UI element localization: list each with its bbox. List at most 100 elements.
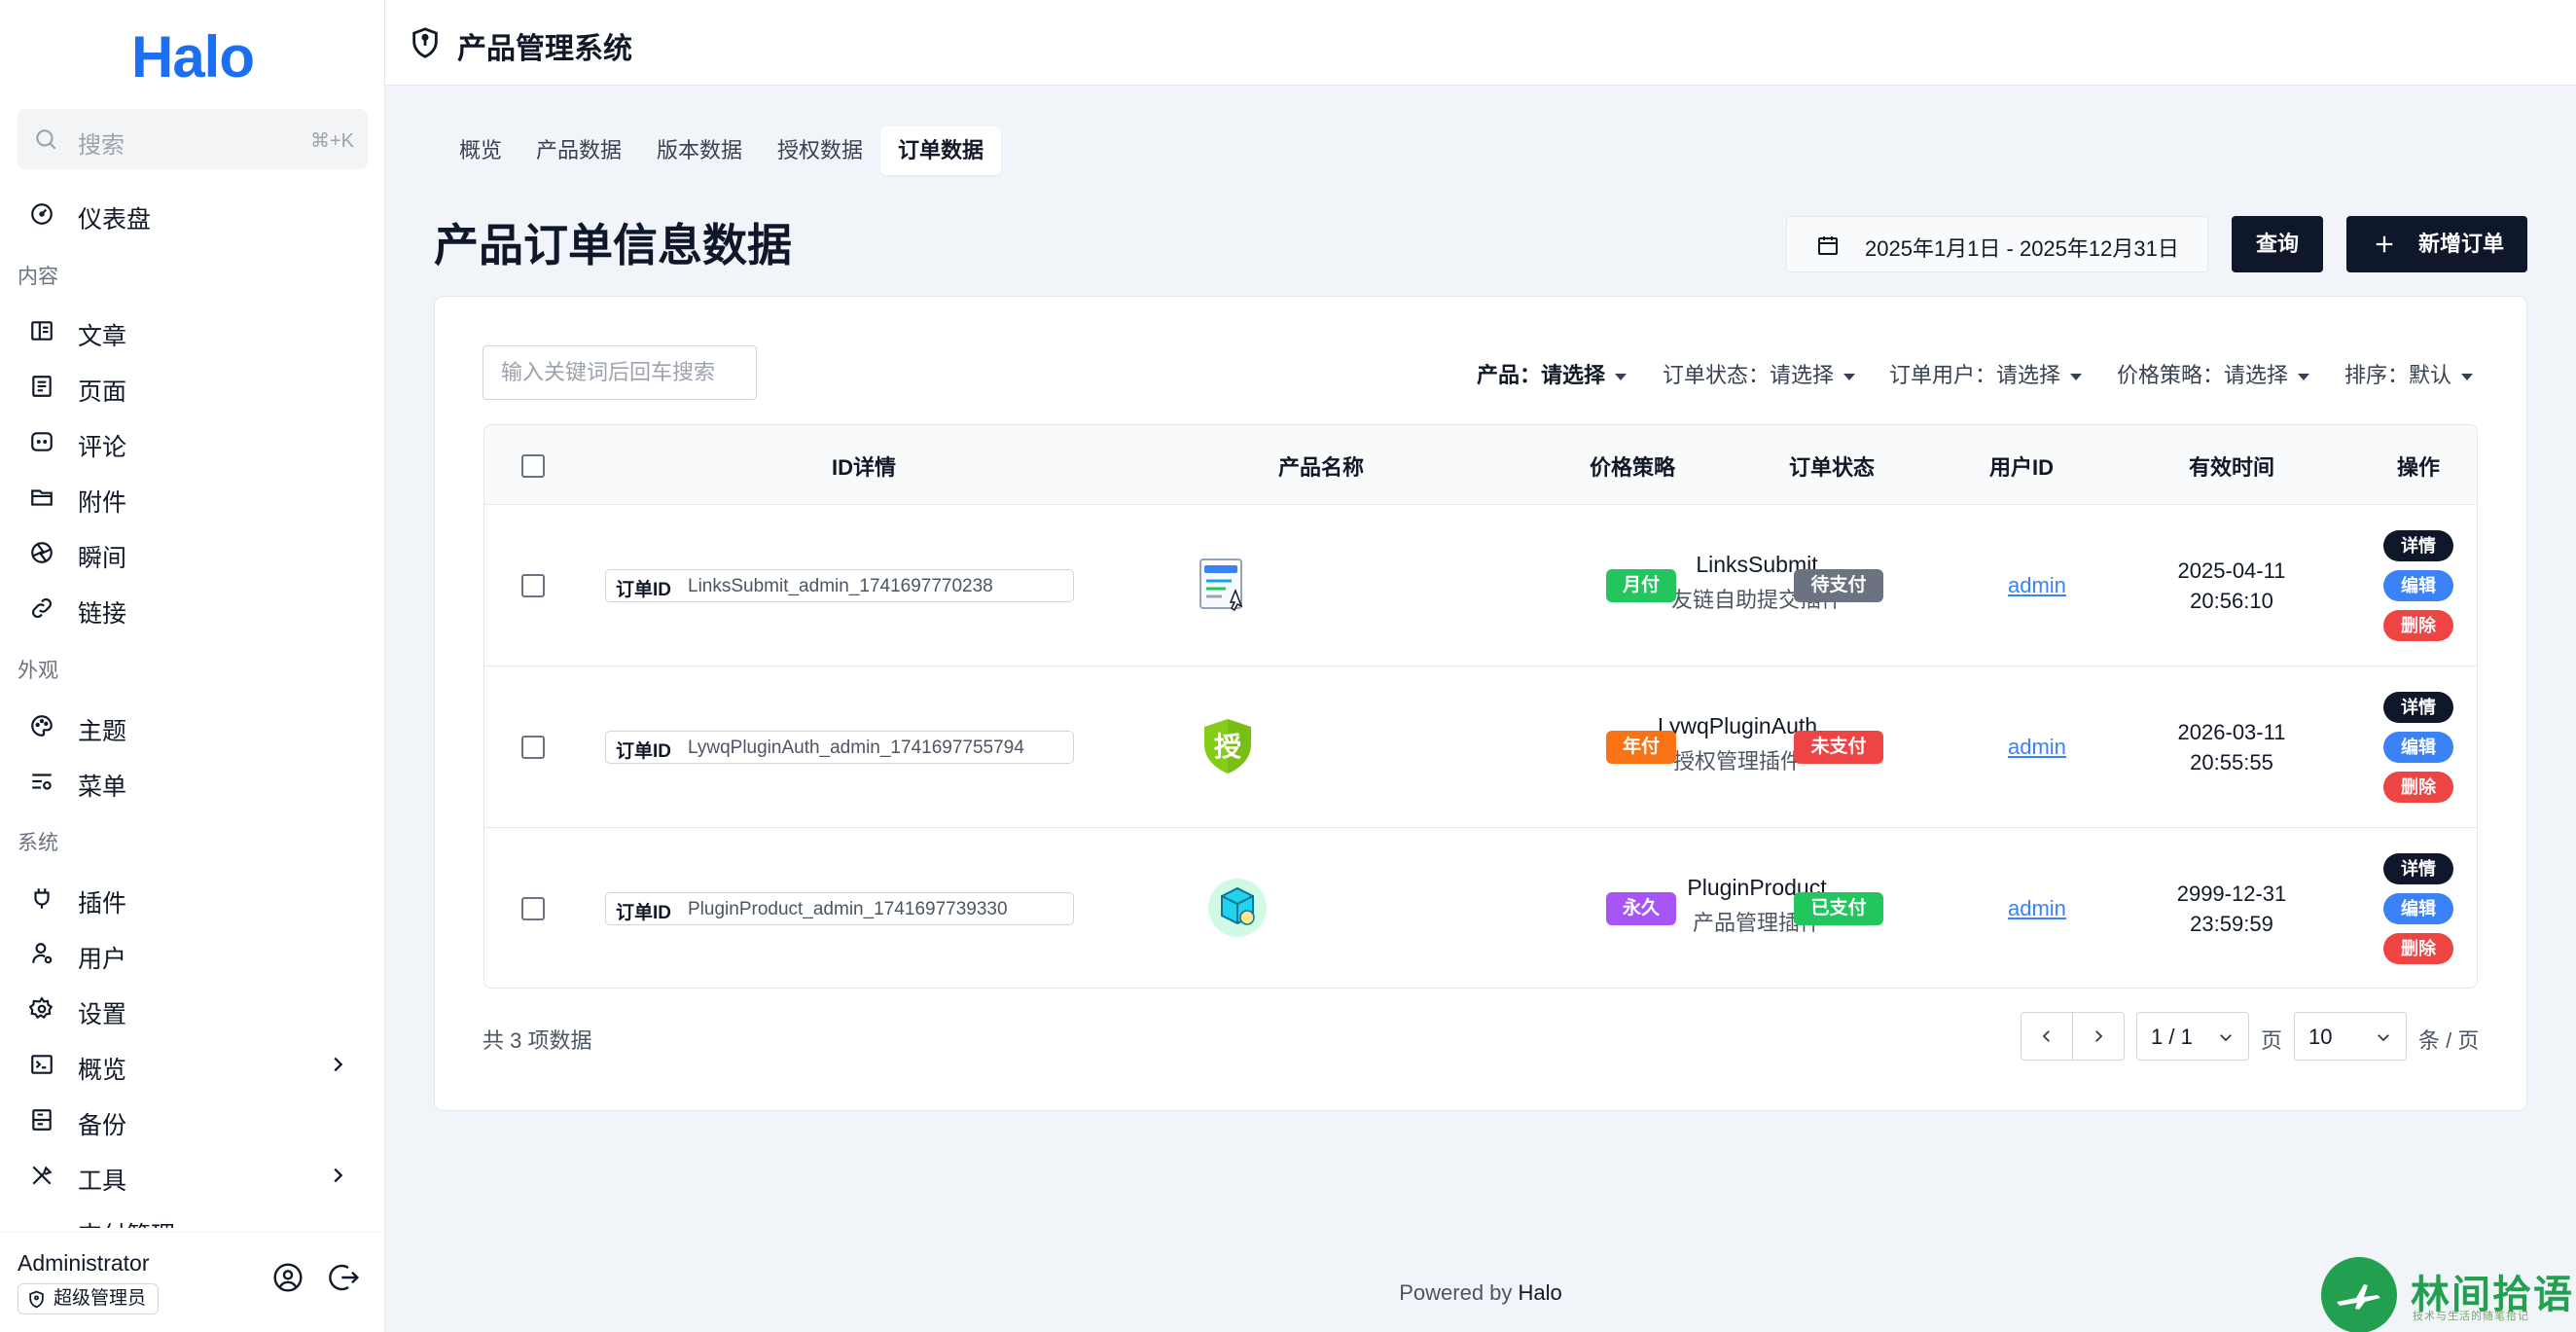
chevron-right-icon: [2095, 1030, 2103, 1042]
chevron-down-icon: [2378, 1034, 2389, 1042]
auth-shield-icon: 授: [1204, 719, 1251, 774]
delete-button[interactable]: 删除: [2383, 610, 2453, 641]
caret-down-icon: [2070, 373, 2083, 380]
header-price: 价格策略: [1589, 455, 1675, 480]
date-range-picker[interactable]: 2025年1月1日 - 2025年12月31日: [1786, 216, 2208, 272]
valid-date: 2025-04-11: [2177, 558, 2286, 583]
select-all-checkbox[interactable]: [521, 454, 545, 478]
prev-page-button[interactable]: [2021, 1012, 2073, 1061]
row-checkbox[interactable]: [521, 736, 545, 759]
filter-order-user[interactable]: 订单用户：请选择: [1889, 358, 2083, 389]
sidebar-item-attachments[interactable]: 附件: [18, 472, 368, 522]
row-checkbox[interactable]: [521, 897, 545, 920]
sidebar-item-label: 菜单: [78, 774, 127, 801]
sidebar-item-comments[interactable]: 评论: [18, 416, 368, 467]
role-label: 超级管理员: [54, 1288, 147, 1309]
halo-logo[interactable]: Halo: [0, 23, 385, 90]
sidebar-item-dashboard[interactable]: 仪表盘: [18, 189, 368, 239]
terminal-icon: [31, 1055, 53, 1074]
detail-button[interactable]: 详情: [2383, 853, 2453, 884]
search-box[interactable]: 搜索 ⌘+K: [18, 109, 368, 169]
dashboard-icon: [31, 203, 53, 225]
filter-price-label: 价格策略：: [2117, 363, 2225, 387]
aperture-icon: [31, 542, 53, 563]
filter-user-value: 请选择: [1996, 363, 2061, 387]
filter-product-value: 请选择: [1541, 363, 1606, 387]
valid-time: 2025-04-11 20:56:10: [2144, 556, 2319, 616]
status-badge: 未支付: [1794, 731, 1883, 764]
delete-button[interactable]: 删除: [2383, 772, 2453, 803]
search-shortcut: ⌘+K: [309, 130, 354, 152]
sidebar-item-links[interactable]: 链接: [18, 583, 368, 633]
profile-icon[interactable]: [272, 1262, 304, 1293]
detail-button[interactable]: 详情: [2383, 530, 2453, 561]
sidebar: Halo 搜索 ⌘+K 仪表盘 内容 文章 页面 评论 附件 瞬间 链接 外观 …: [0, 0, 385, 1332]
tab-version-data[interactable]: 版本数据: [639, 126, 760, 175]
page-title: 产品订单信息数据: [434, 220, 792, 270]
sidebar-item-label: 仪表盘: [78, 206, 152, 234]
filter-product[interactable]: 产品：请选择: [1477, 358, 1628, 389]
order-id-field: 订单ID LinksSubmit_admin_1741697770238: [605, 569, 1074, 602]
filter-sort-label: 排序：: [2344, 363, 2410, 387]
delete-button[interactable]: 删除: [2383, 933, 2453, 964]
footer: Powered by Halo: [385, 1280, 2576, 1306]
sidebar-item-overview[interactable]: 概览: [18, 1039, 368, 1090]
page-unit: 页: [2261, 1028, 2283, 1053]
edit-button[interactable]: 编辑: [2383, 732, 2453, 763]
next-page-button[interactable]: [2072, 1012, 2125, 1061]
sidebar-item-users[interactable]: 用户: [18, 928, 368, 979]
header-id: ID详情: [831, 455, 896, 480]
keyword-search-input[interactable]: [483, 345, 757, 400]
search-placeholder: 搜索: [78, 132, 125, 159]
user-link[interactable]: admin: [2008, 896, 2066, 921]
filter-price-strategy[interactable]: 价格策略：请选择: [2117, 358, 2310, 389]
add-order-label: 新增订单: [2418, 232, 2505, 256]
filter-price-value: 请选择: [2224, 363, 2289, 387]
sidebar-item-plugins[interactable]: 插件: [18, 873, 368, 923]
filter-sort[interactable]: 排序：默认: [2344, 358, 2474, 389]
user-link[interactable]: admin: [2008, 735, 2066, 760]
page-select-value: 1 / 1: [2151, 1025, 2193, 1049]
footer-brand[interactable]: Halo: [1519, 1280, 1562, 1305]
page-size-select[interactable]: 10: [2294, 1012, 2407, 1061]
tab-product-data[interactable]: 产品数据: [519, 126, 639, 175]
sidebar-item-backup[interactable]: 备份: [18, 1095, 368, 1145]
sidebar-item-moments[interactable]: 瞬间: [18, 527, 368, 578]
page-select[interactable]: 1 / 1: [2136, 1012, 2249, 1061]
folder-icon: [31, 489, 53, 506]
sidebar-item-posts[interactable]: 文章: [18, 306, 368, 356]
sidebar-item-pages[interactable]: 页面: [18, 361, 368, 412]
header-user: 用户ID: [1988, 455, 2054, 480]
valid-date: 2999-12-31: [2176, 882, 2287, 906]
valid-clock: 23:59:59: [2190, 912, 2273, 936]
sidebar-item-themes[interactable]: 主题: [18, 701, 368, 751]
page-header-title: 产品管理系统: [457, 33, 632, 65]
gear-icon: [29, 996, 54, 1020]
tab-license-data[interactable]: 授权数据: [760, 126, 880, 175]
user-link[interactable]: admin: [2008, 573, 2066, 598]
edit-button[interactable]: 编辑: [2383, 570, 2453, 601]
order-id-field: 订单ID PluginProduct_admin_1741697739330: [605, 892, 1074, 925]
shield-icon: [29, 1290, 44, 1309]
row-checkbox[interactable]: [521, 574, 545, 597]
status-badge: 已支付: [1794, 892, 1883, 925]
plug-icon: [34, 888, 50, 909]
tab-overview[interactable]: 概览: [442, 126, 519, 175]
valid-date: 2026-03-11: [2177, 720, 2286, 744]
add-order-button[interactable]: 新增订单: [2346, 216, 2527, 272]
sidebar-item-menus[interactable]: 菜单: [18, 756, 368, 807]
filter-order-status[interactable]: 订单状态：请选择: [1663, 358, 1856, 389]
query-button[interactable]: 查询: [2232, 216, 2323, 272]
valid-clock: 20:56:10: [2190, 589, 2273, 613]
sidebar-item-settings[interactable]: 设置: [18, 984, 368, 1034]
sidebar-item-tools[interactable]: 工具: [18, 1150, 368, 1201]
detail-button[interactable]: 详情: [2383, 692, 2453, 723]
logout-icon[interactable]: [329, 1262, 360, 1293]
auth-icon-glyph: 授: [1214, 731, 1241, 763]
airplane-icon: [2337, 1284, 2380, 1310]
tab-order-data[interactable]: 订单数据: [880, 126, 1002, 175]
sidebar-item-payments[interactable]: 支付管理: [18, 1205, 368, 1228]
table-row: 订单ID LywqPluginAuth_admin_1741697755794 …: [484, 666, 2477, 828]
edit-button[interactable]: 编辑: [2383, 893, 2453, 924]
nav-group-content: 内容: [18, 266, 58, 288]
